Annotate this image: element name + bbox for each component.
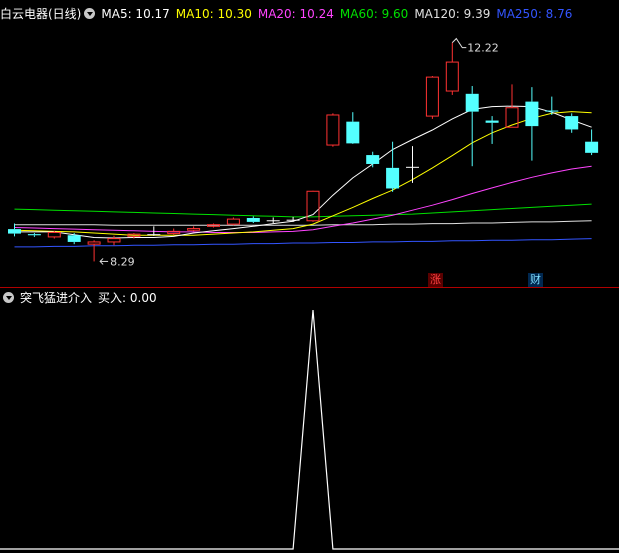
low-price-label: 8.29	[110, 255, 135, 268]
candle	[425, 76, 439, 119]
candle-body	[366, 155, 380, 164]
candle-body	[485, 120, 499, 123]
ma120-line	[14, 220, 592, 226]
candle	[346, 112, 360, 144]
candle-body	[585, 141, 599, 153]
stock-title: 白云电器(日线)	[0, 7, 82, 21]
candle-body	[386, 167, 400, 189]
candle	[545, 96, 559, 115]
candle-body	[505, 107, 519, 128]
high-pointer	[451, 37, 467, 49]
candle	[386, 141, 400, 192]
candle-body	[226, 218, 240, 225]
badge-zhang[interactable]: 涨	[428, 273, 443, 287]
candle	[326, 113, 340, 147]
candle	[8, 223, 21, 237]
buy-signal-line	[0, 309, 619, 550]
candle-body	[87, 241, 101, 245]
high-price-label: 12.22	[467, 42, 499, 55]
candle	[27, 233, 41, 237]
kline-chart[interactable]: 12.22 8.29	[0, 0, 619, 553]
ma60-label: MA60: 9.60	[339, 7, 409, 21]
candle-body	[27, 234, 41, 236]
main-chart-header: 白云电器(日线) MA5: 10.17 MA10: 10.30 MA20: 10.24…	[0, 4, 578, 24]
candlesticks	[8, 42, 599, 262]
candle-body	[107, 238, 121, 243]
candle-body	[545, 110, 559, 112]
candle-body	[465, 93, 479, 112]
indicator-title: 突飞猛进介入	[20, 291, 93, 305]
candle	[167, 228, 181, 235]
candle-body	[246, 217, 260, 222]
candle	[465, 86, 479, 167]
moving-average-lines	[14, 105, 592, 248]
chevron-down-icon[interactable]	[3, 292, 14, 303]
candle	[107, 235, 121, 246]
candle	[246, 216, 260, 223]
ma20-label: MA20: 10.24	[257, 7, 334, 21]
badge-cai[interactable]: 财	[528, 273, 543, 287]
candle-body	[565, 116, 579, 130]
candle	[67, 233, 81, 245]
price-annotations: 12.22 8.29	[99, 37, 499, 268]
candle-body	[326, 114, 340, 146]
candle	[445, 42, 459, 95]
candle-body	[187, 228, 201, 231]
candle	[266, 217, 280, 223]
candle	[565, 113, 579, 133]
candle	[485, 116, 499, 144]
ma250-line	[14, 238, 592, 248]
ma120-label: MA120: 9.39	[414, 7, 491, 21]
candle	[525, 87, 539, 161]
ma5-line	[14, 105, 592, 239]
candle-body	[67, 235, 81, 242]
indicator-value: 买入: 0.00	[98, 291, 157, 305]
ma10-label: MA10: 10.30	[175, 7, 252, 21]
candle-body	[525, 101, 539, 127]
candle-body	[167, 230, 181, 235]
ma250-label: MA250: 8.76	[496, 7, 573, 21]
candle	[187, 226, 201, 232]
candle-body	[346, 121, 360, 144]
candle	[585, 129, 599, 156]
candle	[87, 240, 101, 262]
ma60-line	[14, 203, 592, 218]
candle-body	[425, 76, 439, 117]
candle	[366, 151, 380, 168]
candle-body	[445, 61, 459, 92]
indicator-line	[0, 309, 619, 550]
candle-body	[47, 231, 61, 238]
ma5-label: MA5: 10.17	[101, 7, 170, 21]
candle-body	[8, 229, 21, 234]
chevron-down-icon[interactable]	[84, 8, 96, 19]
candle	[226, 217, 240, 226]
indicator-header: 突飞猛进介入 买入: 0.00	[0, 288, 163, 308]
